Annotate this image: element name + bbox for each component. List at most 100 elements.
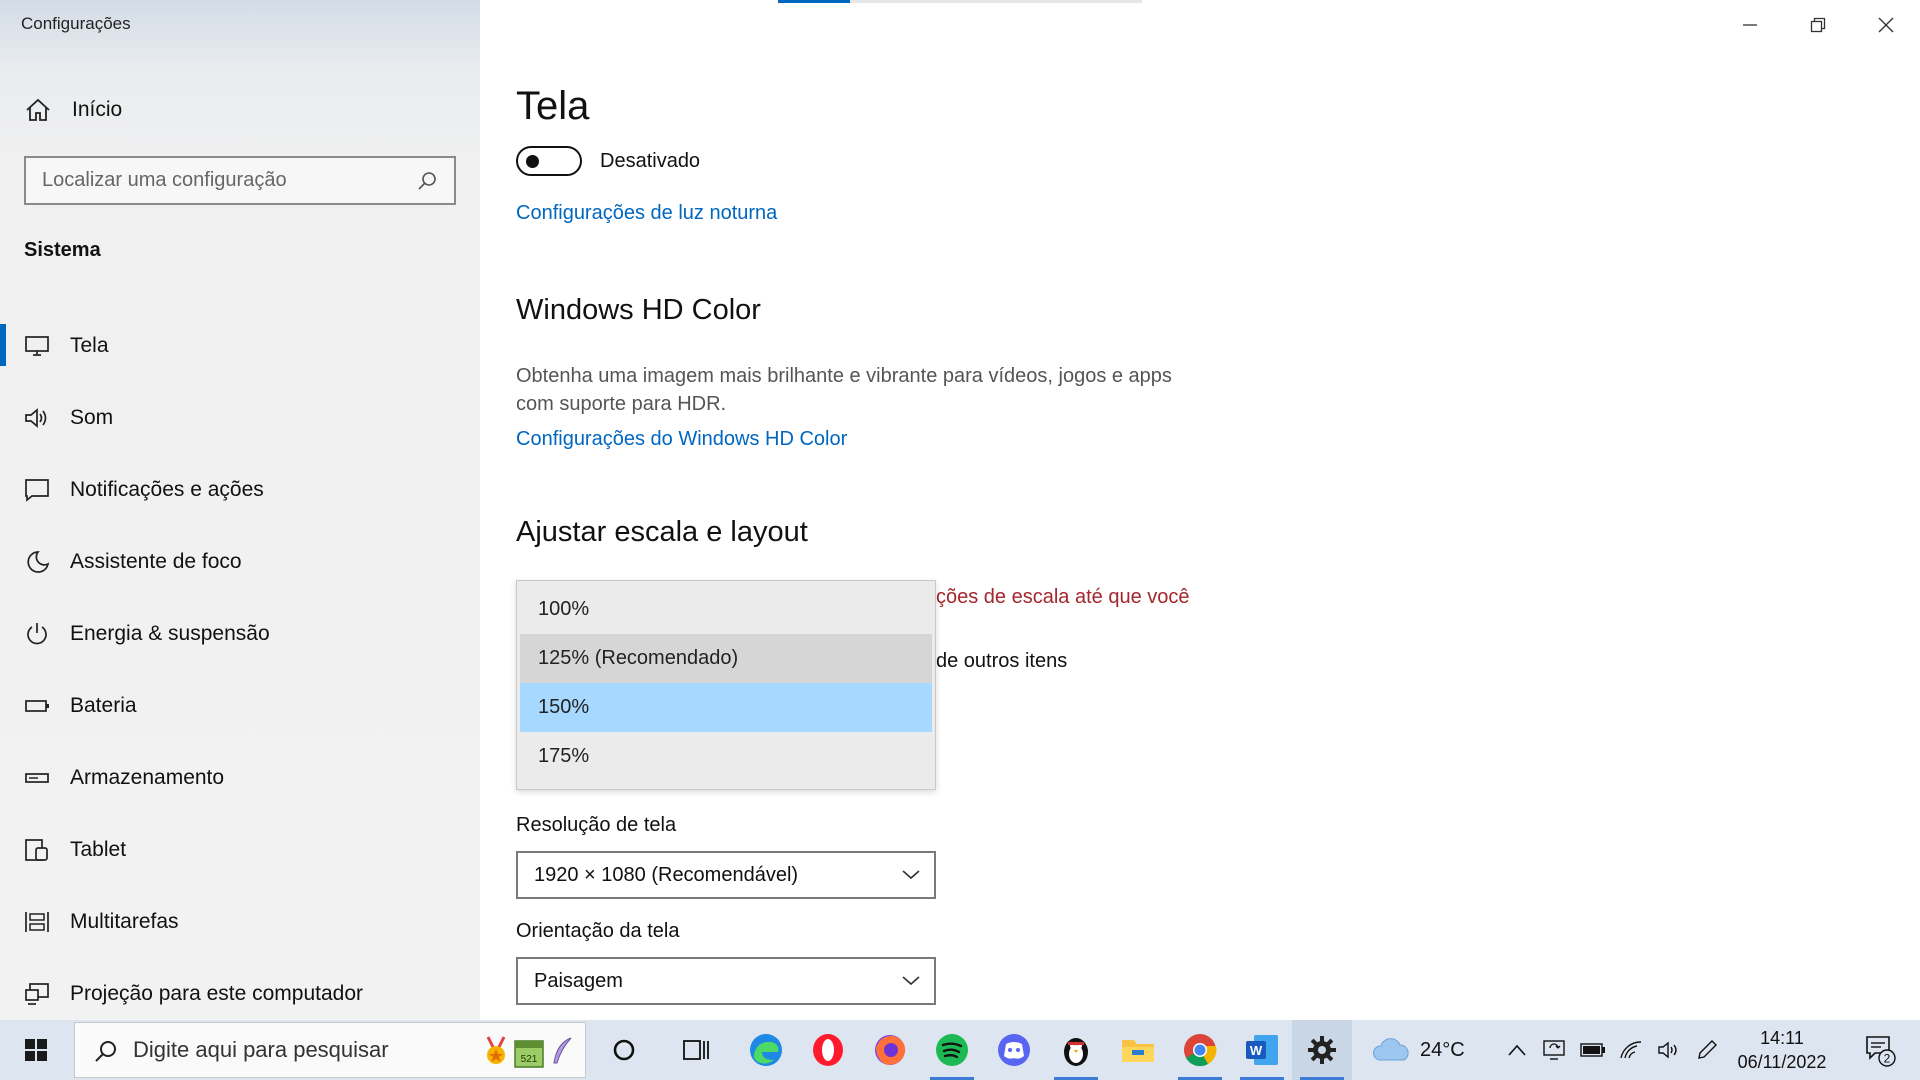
search-highlight-badges[interactable]: 521 xyxy=(483,1035,575,1069)
wifi-icon xyxy=(1620,1041,1642,1059)
sidebar: Configurações Início Sistema Tela xyxy=(0,0,480,1020)
section-title: Sistema xyxy=(24,239,101,261)
scale-option-125[interactable]: 125% (Recomendado) xyxy=(520,634,932,683)
sidebar-item-tablet[interactable]: Tablet xyxy=(0,814,480,886)
task-view-icon xyxy=(683,1040,709,1060)
settings-taskbar-button[interactable] xyxy=(1292,1020,1352,1080)
app-title: Configurações xyxy=(21,14,131,33)
chevron-down-icon xyxy=(902,976,920,986)
orientation-select[interactable]: Paisagem xyxy=(516,957,936,1005)
chrome-button[interactable] xyxy=(1170,1020,1230,1080)
scale-option-175[interactable]: 175% xyxy=(520,732,932,781)
orientation-label: Orientação da tela xyxy=(516,920,680,942)
system-clock[interactable]: 14:11 06/11/2022 xyxy=(1722,1026,1842,1074)
penguin-app-button[interactable] xyxy=(1046,1020,1106,1080)
task-view-button[interactable] xyxy=(666,1020,726,1080)
discord-icon xyxy=(998,1034,1030,1066)
clock-date: 06/11/2022 xyxy=(1737,1052,1827,1072)
sidebar-item-energia[interactable]: Energia & suspensão xyxy=(0,598,480,670)
cortana-button[interactable] xyxy=(594,1020,654,1080)
hd-color-description: Obtenha uma imagem mais brilhante e vibr… xyxy=(516,365,1172,415)
weather-widget[interactable]: 24°C xyxy=(1372,1020,1465,1080)
chrome-icon xyxy=(1184,1034,1217,1067)
scale-warning-text: ções de escala até que você xyxy=(936,586,1190,608)
volume-tray-button[interactable] xyxy=(1650,1020,1688,1080)
sidebar-item-label: Multitarefas xyxy=(70,910,179,933)
hd-color-settings-link[interactable]: Configurações do Windows HD Color xyxy=(516,428,847,451)
resolution-label: Resolução de tela xyxy=(516,814,677,836)
pen-tray-button[interactable] xyxy=(1688,1020,1726,1080)
search-badge-number: 521 xyxy=(521,1054,538,1065)
notification-count: 2 xyxy=(1884,1052,1891,1066)
windows-logo-icon xyxy=(25,1039,47,1061)
orientation-value: Paisagem xyxy=(534,969,623,992)
resolution-select[interactable]: 1920 × 1080 (Recomendável) xyxy=(516,851,936,899)
calendar-doodle-icon: 521 xyxy=(514,1040,544,1068)
scale-layout-heading: Ajustar escala e layout xyxy=(516,516,808,548)
penguin-app-icon xyxy=(1064,1038,1088,1066)
search-icon xyxy=(95,1041,116,1062)
action-center-button[interactable]: 2 xyxy=(1850,1020,1910,1080)
sidebar-item-label: Projeção para este computador xyxy=(70,982,364,1005)
clock-time: 14:11 xyxy=(1760,1028,1804,1048)
scale-option-100[interactable]: 100% xyxy=(520,585,932,634)
sidebar-item-armazenamento[interactable]: Armazenamento xyxy=(0,742,480,814)
sidebar-item-assistente-foco[interactable]: Assistente de foco xyxy=(0,526,480,598)
page-title: Tela xyxy=(516,84,590,128)
file-explorer-icon xyxy=(1122,1040,1154,1062)
system-tray xyxy=(1498,1020,1726,1080)
hd-color-heading: Windows HD Color xyxy=(516,294,761,326)
speaker-icon xyxy=(1658,1041,1677,1059)
home-nav-item[interactable]: Início xyxy=(0,86,480,134)
medal-icon xyxy=(486,1036,506,1064)
show-hidden-icons-button[interactable] xyxy=(1498,1020,1536,1080)
firefox-button[interactable] xyxy=(860,1020,920,1080)
tablet-icon xyxy=(25,839,48,861)
battery-icon xyxy=(1580,1043,1605,1057)
monitor-sync-icon xyxy=(1543,1040,1565,1060)
edge-icon xyxy=(750,1034,782,1066)
update-tray-button[interactable] xyxy=(1536,1020,1574,1080)
sidebar-item-bateria[interactable]: Bateria xyxy=(0,670,480,742)
night-light-toggle[interactable] xyxy=(516,146,582,176)
storage-icon xyxy=(25,773,49,783)
settings-search-input[interactable] xyxy=(42,169,416,192)
taskbar-search-box[interactable]: Digite aqui para pesquisar 521 xyxy=(74,1022,586,1078)
opera-icon xyxy=(813,1034,843,1066)
scale-dropdown-list: 100% 125% (Recomendado) 150% 175% xyxy=(516,580,936,790)
sidebar-item-label: Assistente de foco xyxy=(70,550,242,573)
moon-icon xyxy=(27,551,50,573)
power-icon xyxy=(27,623,47,645)
settings-search-box[interactable] xyxy=(24,156,456,205)
opera-button[interactable] xyxy=(798,1020,858,1080)
chevron-down-icon xyxy=(902,870,920,880)
battery-icon xyxy=(25,700,49,712)
word-button[interactable]: W xyxy=(1232,1020,1292,1080)
word-icon: W xyxy=(1246,1035,1278,1065)
settings-icon xyxy=(1308,1036,1336,1064)
sidebar-item-tela[interactable]: Tela xyxy=(0,310,480,382)
main-content: Tela Desativado Configurações de luz not… xyxy=(516,0,1896,1020)
sidebar-item-notificacoes[interactable]: Notificações e ações xyxy=(0,454,480,526)
sidebar-item-label: Tela xyxy=(70,334,109,357)
taskbar-search-placeholder: Digite aqui para pesquisar xyxy=(133,1037,389,1062)
search-icon[interactable] xyxy=(416,170,438,192)
night-light-settings-link[interactable]: Configurações de luz noturna xyxy=(516,202,777,225)
file-explorer-button[interactable] xyxy=(1108,1020,1168,1080)
monitor-icon xyxy=(25,336,49,356)
svg-text:W: W xyxy=(1250,1043,1263,1058)
scale-option-150[interactable]: 150% xyxy=(520,683,932,732)
battery-tray-button[interactable] xyxy=(1574,1020,1612,1080)
start-button[interactable] xyxy=(0,1020,72,1080)
night-light-state: Desativado xyxy=(600,149,701,172)
home-icon xyxy=(26,98,50,121)
sidebar-item-som[interactable]: Som xyxy=(0,382,480,454)
cloud-icon xyxy=(1373,1038,1409,1061)
sidebar-item-multitarefas[interactable]: Multitarefas xyxy=(0,886,480,958)
pen-icon xyxy=(1698,1040,1717,1059)
edge-button[interactable] xyxy=(736,1020,796,1080)
network-tray-button[interactable] xyxy=(1612,1020,1650,1080)
spotify-button[interactable] xyxy=(922,1020,982,1080)
sidebar-item-label: Tablet xyxy=(70,838,127,861)
discord-button[interactable] xyxy=(984,1020,1044,1080)
